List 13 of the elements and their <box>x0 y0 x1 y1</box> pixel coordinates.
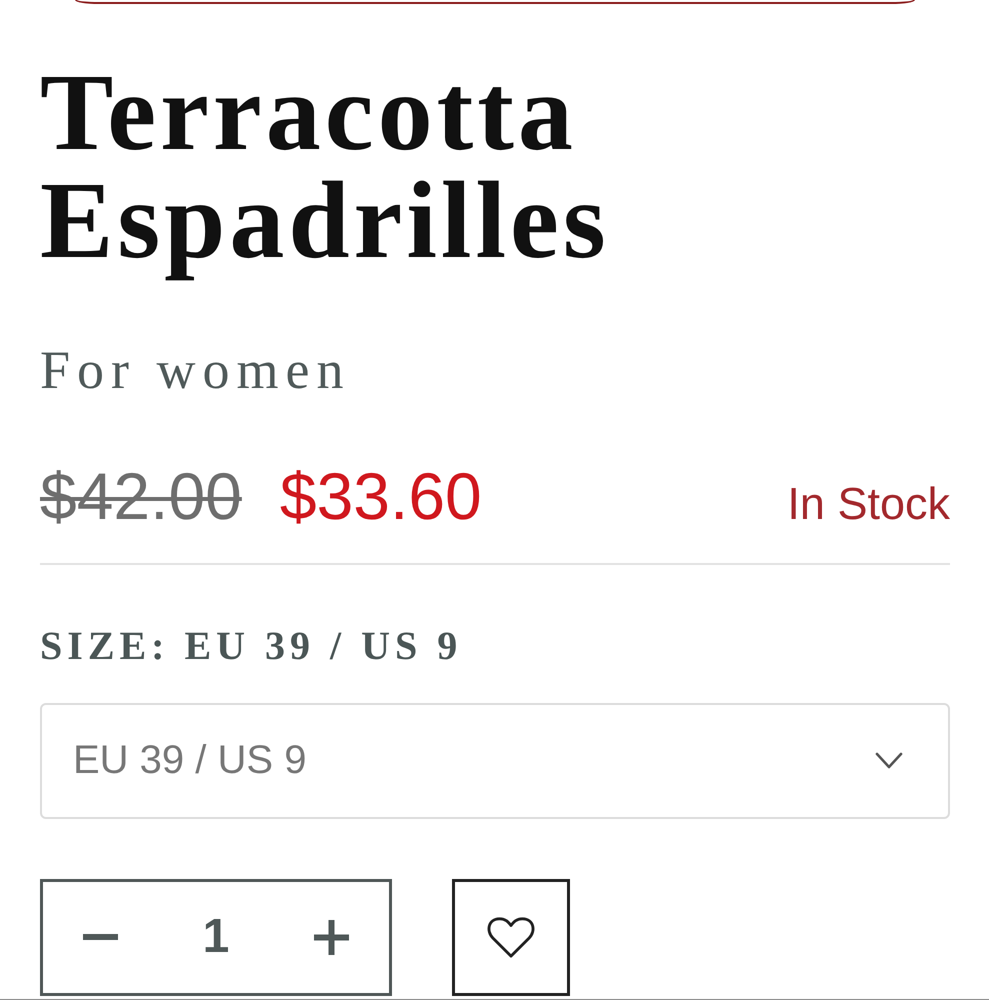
size-label: SIZE: EU 39 / US 9 <box>40 622 464 670</box>
wishlist-button[interactable] <box>452 878 570 996</box>
sale-price: $33.60 <box>280 458 482 535</box>
plus-icon <box>314 920 349 955</box>
minus-icon <box>83 934 118 940</box>
product-subtitle: For women <box>40 339 352 402</box>
quantity-input[interactable]: 1 <box>196 911 236 964</box>
chevron-down-icon <box>875 751 903 770</box>
stock-status: In Stock <box>787 476 950 531</box>
size-dropdown[interactable]: EU 39 / US 9 <box>40 702 950 819</box>
original-price: $42.00 <box>40 458 242 535</box>
product-title: Terracotta Espadrilles <box>40 54 611 283</box>
outlined-button[interactable] <box>75 0 915 4</box>
